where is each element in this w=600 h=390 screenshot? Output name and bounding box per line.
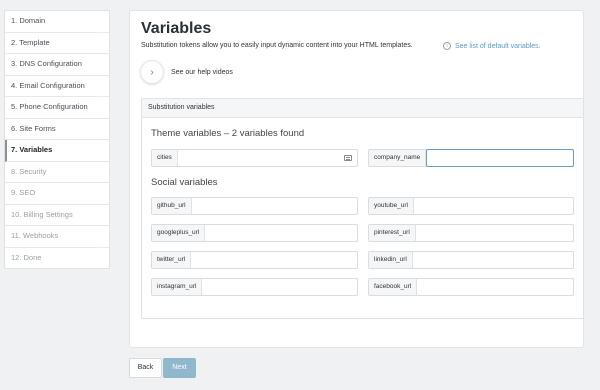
- substitution-variables-box: Substitution variables Theme variables –…: [141, 98, 584, 319]
- sidebar-item-seo: 9. SEO: [5, 183, 109, 205]
- sidebar-item-phone-configuration[interactable]: 5. Phone Configuration: [5, 97, 109, 119]
- cities-label: cities: [152, 150, 178, 166]
- sidebar-item-site-forms[interactable]: 6. Site Forms: [5, 119, 109, 140]
- instagram-url-label: instagram_url: [152, 279, 203, 295]
- sidebar-item-domain[interactable]: 1. Domain: [5, 11, 109, 33]
- company-name-field: company_name: [368, 149, 574, 167]
- substitution-variables-header: Substitution variables: [142, 99, 583, 118]
- youtube-url-input[interactable]: [413, 198, 573, 214]
- twitter-url-input[interactable]: [191, 252, 357, 268]
- company-name-input[interactable]: [427, 150, 573, 166]
- company-name-label: company_name: [369, 150, 427, 166]
- sidebar-item-security: 8. Security: [5, 162, 109, 183]
- instagram-url-field: instagram_url: [151, 278, 358, 296]
- default-variables-link-text[interactable]: See list of default variables.: [455, 43, 541, 50]
- next-button[interactable]: Next: [163, 358, 196, 378]
- back-button[interactable]: Back: [129, 358, 162, 378]
- variables-panel: Variables Substitution tokens allow you …: [129, 10, 584, 348]
- social-variables-title: Social variables: [151, 177, 218, 188]
- twitter-url-field: twitter_url: [151, 251, 358, 269]
- pinterest-url-input[interactable]: [415, 225, 573, 241]
- github-url-field: github_url: [151, 197, 358, 215]
- cities-input[interactable]: [177, 150, 344, 166]
- github-url-label: github_url: [152, 198, 192, 214]
- linkedin-url-field: linkedin_url: [368, 251, 574, 269]
- list-icon[interactable]: [344, 155, 352, 161]
- default-variables-link[interactable]: i See list of default variables.: [443, 42, 541, 50]
- googleplus-url-field: googleplus_url: [151, 224, 358, 242]
- youtube-url-field: youtube_url: [368, 197, 574, 215]
- facebook-url-field: facebook_url: [368, 278, 574, 296]
- page-title: Variables: [141, 20, 212, 37]
- instagram-url-input[interactable]: [202, 279, 357, 295]
- pinterest-url-label: pinterest_url: [369, 225, 416, 241]
- sidebar-item-template[interactable]: 2. Template: [5, 33, 109, 54]
- cities-field: cities: [151, 149, 358, 167]
- sidebar-item-dns-configuration[interactable]: 3. DNS Configuration: [5, 54, 109, 76]
- theme-variables-title: Theme variables – 2 variables found: [151, 128, 305, 139]
- page-subtitle: Substitution tokens allow you to easily …: [141, 42, 413, 49]
- help-videos-text[interactable]: See our help videos: [171, 69, 233, 76]
- help-videos-link[interactable]: › See our help videos: [140, 60, 233, 84]
- facebook-url-label: facebook_url: [369, 279, 418, 295]
- wizard-steps-sidebar: 1. Domain 2. Template 3. DNS Configurati…: [4, 10, 110, 269]
- sidebar-item-billing-settings: 10. Billing Settings: [5, 205, 109, 226]
- youtube-url-label: youtube_url: [369, 198, 414, 214]
- facebook-url-input[interactable]: [417, 279, 573, 295]
- company-name-input-box: [426, 149, 574, 167]
- sidebar-item-email-configuration[interactable]: 4. Email Configuration: [5, 76, 109, 97]
- googleplus-url-input[interactable]: [205, 225, 357, 241]
- github-url-input[interactable]: [191, 198, 357, 214]
- sidebar-item-variables[interactable]: 7. Variables: [5, 140, 109, 162]
- chevron-right-icon[interactable]: ›: [140, 60, 164, 84]
- linkedin-url-input[interactable]: [412, 252, 573, 268]
- sidebar-item-webhooks: 11. Webhooks: [5, 226, 109, 248]
- pinterest-url-field: pinterest_url: [368, 224, 574, 242]
- twitter-url-label: twitter_url: [152, 252, 192, 268]
- sidebar-item-done: 12. Done: [11, 252, 42, 262]
- linkedin-url-label: linkedin_url: [369, 252, 413, 268]
- info-icon: i: [443, 42, 451, 50]
- googleplus-url-label: googleplus_url: [152, 225, 206, 241]
